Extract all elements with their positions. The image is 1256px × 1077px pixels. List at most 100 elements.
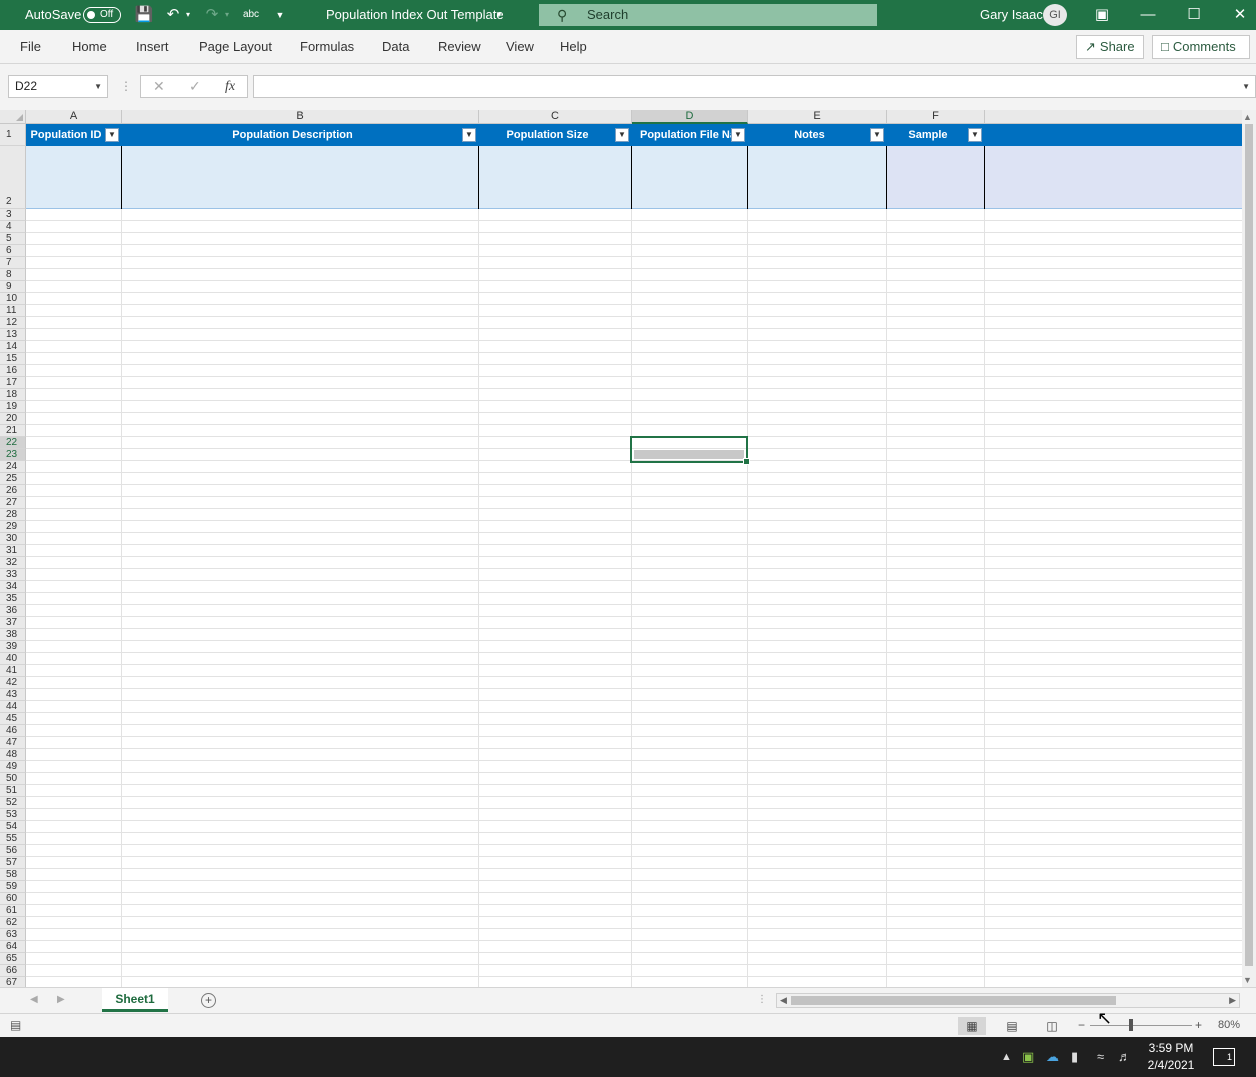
row-header[interactable]: 16 [0, 365, 26, 377]
undo-icon[interactable]: ↶ [163, 5, 183, 25]
row-header[interactable]: 57 [0, 857, 26, 869]
row-header[interactable]: 63 [0, 929, 26, 941]
row-header[interactable]: 43 [0, 689, 26, 701]
worksheet-grid[interactable]: A B C D E F 1 2 3 4 5 6 7 8 9 10 11 12 13 14 15 16 17 18 1… [0, 110, 1256, 987]
row-header[interactable]: 8 [0, 269, 26, 281]
row-header[interactable]: 30 [0, 533, 26, 545]
row-header[interactable]: 33 [0, 569, 26, 581]
row-header[interactable]: 11 [0, 305, 26, 317]
zoom-in-icon[interactable]: + [1195, 1014, 1202, 1036]
table-header-cell[interactable]: Population Size ▼ [479, 124, 632, 146]
row-header[interactable]: 38 [0, 629, 26, 641]
row-header[interactable]: 35 [0, 593, 26, 605]
tab-help[interactable]: Help [560, 30, 587, 64]
tab-formulas[interactable]: Formulas [300, 30, 354, 64]
document-title[interactable]: Population Index Out Template [326, 0, 504, 30]
row-header[interactable]: 50 [0, 773, 26, 785]
column-header-d[interactable]: D [632, 110, 748, 124]
row-header[interactable]: 54 [0, 821, 26, 833]
row-header[interactable]: 14 [0, 341, 26, 353]
row-header[interactable]: 51 [0, 785, 26, 797]
title-dropdown-icon[interactable]: ▼ [495, 0, 503, 30]
filter-dropdown-icon[interactable]: ▼ [731, 128, 745, 142]
close-icon[interactable]: ✕ [1217, 0, 1256, 30]
scroll-left-icon[interactable]: ◀ [780, 994, 787, 1007]
search-box[interactable]: ⚲ Search [539, 4, 877, 26]
row-header[interactable]: 47 [0, 737, 26, 749]
onedrive-icon[interactable]: ☁ [1046, 1037, 1059, 1077]
comments-button[interactable]: □ Comments [1152, 35, 1250, 59]
row-header[interactable]: 45 [0, 713, 26, 725]
horizontal-scrollbar[interactable]: ◀ ▶ [776, 993, 1240, 1008]
table-data-row-extension[interactable] [887, 146, 1242, 209]
row-header[interactable]: 46 [0, 725, 26, 737]
next-sheet-icon[interactable]: ▶ [57, 988, 65, 1012]
filter-dropdown-icon[interactable]: ▼ [870, 128, 884, 142]
column-header-a[interactable]: A [26, 110, 122, 124]
row-header[interactable]: 58 [0, 869, 26, 881]
scroll-down-icon[interactable]: ▼ [1243, 975, 1252, 985]
table-header-cell[interactable]: Notes ▼ [748, 124, 887, 146]
battery-icon[interactable]: ▮ [1071, 1037, 1078, 1077]
row-header[interactable]: 64 [0, 941, 26, 953]
row-header[interactable]: 29 [0, 521, 26, 533]
row-header[interactable]: 13 [0, 329, 26, 341]
row-header[interactable]: 59 [0, 881, 26, 893]
notification-center-icon[interactable]: 1 [1213, 1048, 1235, 1066]
volume-icon[interactable]: ♬ [1118, 1037, 1131, 1077]
network-icon[interactable]: ≈ [1097, 1037, 1104, 1077]
row-header[interactable]: 66 [0, 965, 26, 977]
row-header[interactable]: 12 [0, 317, 26, 329]
vertical-scrollbar[interactable]: ▲ ▼ [1242, 110, 1256, 987]
save-icon[interactable]: 💾 [134, 5, 154, 25]
vertical-scroll-thumb[interactable] [1245, 124, 1253, 966]
page-break-preview-icon[interactable]: ◫ [1038, 1017, 1066, 1035]
share-button[interactable]: ↗ Share [1076, 35, 1144, 59]
autosave-toggle[interactable]: Off [83, 7, 121, 23]
row-header[interactable]: 26 [0, 485, 26, 497]
column-header-b[interactable]: B [122, 110, 479, 124]
row-header[interactable]: 48 [0, 749, 26, 761]
row-header[interactable]: 25 [0, 473, 26, 485]
undo-dropdown-icon[interactable]: ▾ [181, 5, 195, 25]
maximize-icon[interactable]: ☐ [1171, 0, 1217, 30]
row-header[interactable]: 19 [0, 401, 26, 413]
tab-home[interactable]: Home [72, 30, 107, 64]
column-header-f[interactable]: F [887, 110, 985, 124]
row-header[interactable]: 44 [0, 701, 26, 713]
row-header[interactable]: 67 [0, 977, 26, 987]
row-header[interactable]: 9 [0, 281, 26, 293]
table-header-cell[interactable]: Population Description ▼ [122, 124, 479, 146]
row-header[interactable]: 21 [0, 425, 26, 437]
tab-insert[interactable]: Insert [136, 30, 169, 64]
normal-view-icon[interactable]: ▦ [958, 1017, 986, 1035]
row-header[interactable]: 20 [0, 413, 26, 425]
row-header[interactable]: 62 [0, 917, 26, 929]
row-header[interactable]: 17 [0, 377, 26, 389]
active-cell-selection[interactable] [630, 436, 750, 465]
filter-dropdown-icon[interactable]: ▼ [615, 128, 629, 142]
row-header[interactable]: 41 [0, 665, 26, 677]
insert-function-icon[interactable]: fx [225, 76, 235, 97]
app-tray-icon[interactable]: ▣ [1022, 1037, 1034, 1077]
zoom-slider-thumb[interactable] [1129, 1019, 1133, 1031]
row-header[interactable]: 1 [0, 124, 26, 146]
zoom-level[interactable]: 80% [1218, 1014, 1240, 1036]
row-header[interactable]: 42 [0, 677, 26, 689]
table-header-cell[interactable]: Population File Nan ▼ [632, 124, 748, 146]
page-layout-view-icon[interactable]: ▤ [998, 1017, 1026, 1035]
row-header[interactable]: 61 [0, 905, 26, 917]
row-header[interactable]: 52 [0, 797, 26, 809]
row-header[interactable]: 31 [0, 545, 26, 557]
formula-input[interactable]: ▼ [253, 75, 1256, 98]
select-all-button[interactable] [0, 110, 26, 124]
row-header[interactable]: 28 [0, 509, 26, 521]
name-box[interactable]: D22 ▼ [8, 75, 108, 98]
user-name[interactable]: Gary Isaac [980, 0, 1043, 30]
spelling-icon[interactable]: abc [241, 5, 261, 25]
customize-qat-icon[interactable]: ▼ [270, 5, 290, 25]
name-box-dropdown-icon[interactable]: ▼ [94, 76, 102, 97]
formula-bar-grip-icon[interactable]: ⋮ [120, 75, 132, 98]
row-header[interactable]: 15 [0, 353, 26, 365]
row-header[interactable]: 53 [0, 809, 26, 821]
